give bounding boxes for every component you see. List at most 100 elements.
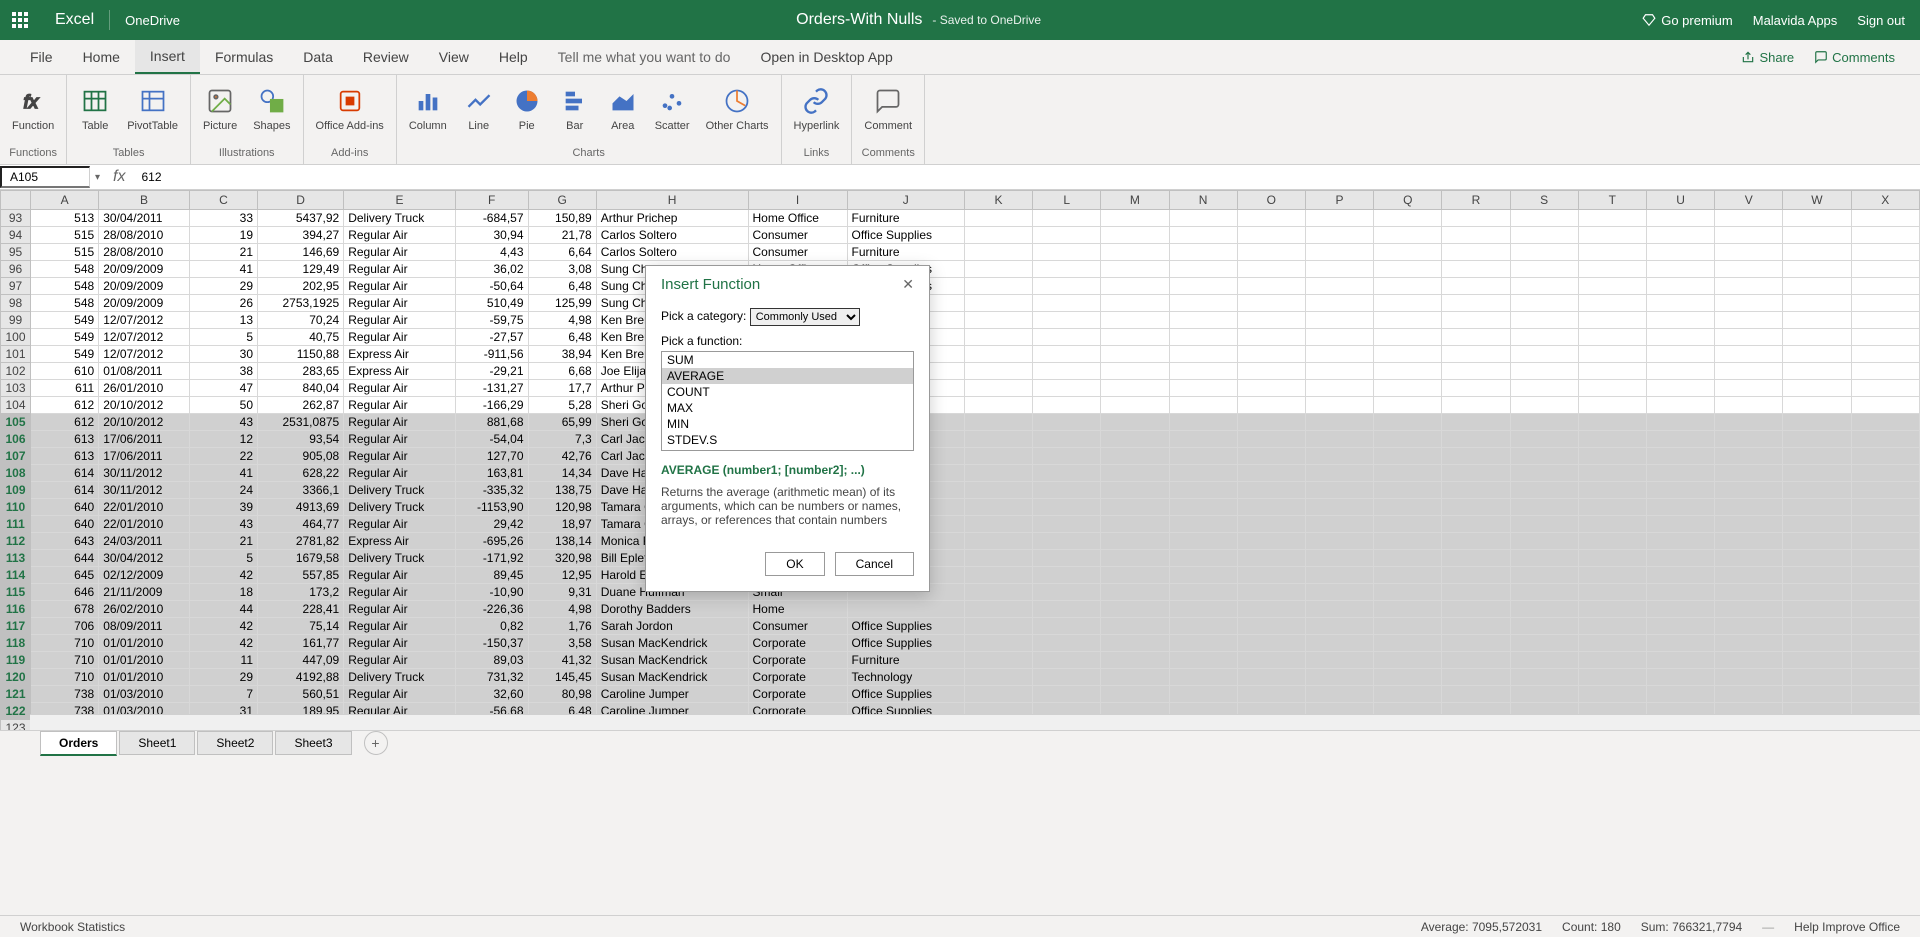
cell[interactable]: [1305, 227, 1373, 244]
cell[interactable]: [1646, 567, 1714, 584]
cell[interactable]: [1237, 567, 1305, 584]
cell[interactable]: [1374, 244, 1442, 261]
cell[interactable]: Regular Air: [344, 465, 456, 482]
cell[interactable]: Carlos Soltero: [596, 244, 748, 261]
cell[interactable]: Home Office: [748, 210, 847, 227]
cell[interactable]: [1715, 210, 1783, 227]
col-header-U[interactable]: U: [1646, 191, 1714, 210]
cell[interactable]: [1169, 414, 1237, 431]
cell[interactable]: [1305, 295, 1373, 312]
cell[interactable]: [1305, 397, 1373, 414]
cell[interactable]: [1783, 635, 1851, 652]
cell[interactable]: [1169, 550, 1237, 567]
cell[interactable]: [1715, 584, 1783, 601]
cell[interactable]: [1169, 652, 1237, 669]
cell[interactable]: Office Supplies: [847, 635, 964, 652]
cell[interactable]: 17/06/2011: [99, 431, 190, 448]
ribbon-picture[interactable]: Picture: [199, 83, 241, 134]
cell[interactable]: 320,98: [528, 550, 596, 567]
cell[interactable]: 21,78: [528, 227, 596, 244]
cell[interactable]: 24/03/2011: [99, 533, 190, 550]
cell[interactable]: -29,21: [455, 363, 528, 380]
cell[interactable]: [1646, 465, 1714, 482]
row-header[interactable]: 114: [1, 567, 31, 584]
cell[interactable]: [1646, 380, 1714, 397]
cell[interactable]: [1510, 482, 1578, 499]
cell[interactable]: [964, 686, 1032, 703]
cell[interactable]: Regular Air: [344, 584, 456, 601]
cell[interactable]: 614: [31, 482, 99, 499]
cell[interactable]: Consumer: [748, 227, 847, 244]
cell[interactable]: [1305, 363, 1373, 380]
row-header[interactable]: 97: [1, 278, 31, 295]
cell[interactable]: Corporate: [748, 686, 847, 703]
cell[interactable]: [1305, 244, 1373, 261]
cell[interactable]: [964, 210, 1032, 227]
cell[interactable]: [1237, 431, 1305, 448]
cell[interactable]: [1374, 618, 1442, 635]
cell[interactable]: [1237, 414, 1305, 431]
cell[interactable]: 18,97: [528, 516, 596, 533]
cell[interactable]: Corporate: [748, 652, 847, 669]
cell[interactable]: -50,64: [455, 278, 528, 295]
row-header[interactable]: 104: [1, 397, 31, 414]
cell[interactable]: [1305, 635, 1373, 652]
cell[interactable]: [1237, 295, 1305, 312]
row-header[interactable]: 98: [1, 295, 31, 312]
cell[interactable]: 464,77: [258, 516, 344, 533]
cell[interactable]: [1033, 584, 1101, 601]
cell[interactable]: 30: [189, 346, 257, 363]
cell[interactable]: Regular Air: [344, 278, 456, 295]
cell[interactable]: [1101, 652, 1169, 669]
cell[interactable]: Delivery Truck: [344, 482, 456, 499]
cell[interactable]: [1305, 618, 1373, 635]
cell[interactable]: 42,76: [528, 448, 596, 465]
cell[interactable]: [1305, 482, 1373, 499]
cell[interactable]: [1101, 482, 1169, 499]
cell[interactable]: [1237, 584, 1305, 601]
cell[interactable]: Carlos Soltero: [596, 227, 748, 244]
cell[interactable]: 262,87: [258, 397, 344, 414]
col-header-V[interactable]: V: [1715, 191, 1783, 210]
cell[interactable]: [1374, 669, 1442, 686]
cell[interactable]: [964, 652, 1032, 669]
cell[interactable]: 840,04: [258, 380, 344, 397]
cell[interactable]: [1305, 550, 1373, 567]
cell[interactable]: 510,49: [455, 295, 528, 312]
cell[interactable]: [1442, 635, 1510, 652]
cell[interactable]: -335,32: [455, 482, 528, 499]
cell[interactable]: [1715, 686, 1783, 703]
cell[interactable]: [1033, 380, 1101, 397]
cell[interactable]: [1237, 448, 1305, 465]
cell[interactable]: 21: [189, 533, 257, 550]
cell[interactable]: [1305, 278, 1373, 295]
cell[interactable]: [1305, 312, 1373, 329]
cell[interactable]: [1510, 567, 1578, 584]
cell[interactable]: [964, 465, 1032, 482]
cell[interactable]: [1442, 465, 1510, 482]
cell[interactable]: 6,48: [528, 278, 596, 295]
cell[interactable]: 20/09/2009: [99, 261, 190, 278]
cell[interactable]: 150,89: [528, 210, 596, 227]
cell[interactable]: [1169, 278, 1237, 295]
cell[interactable]: [1715, 567, 1783, 584]
cell[interactable]: [1578, 244, 1646, 261]
cell[interactable]: [1374, 601, 1442, 618]
cell[interactable]: 18: [189, 584, 257, 601]
cell[interactable]: 17/06/2011: [99, 448, 190, 465]
row-header[interactable]: 105: [1, 414, 31, 431]
cell[interactable]: 12/07/2012: [99, 329, 190, 346]
cell[interactable]: -911,56: [455, 346, 528, 363]
cell[interactable]: [1374, 448, 1442, 465]
name-box-dropdown-icon[interactable]: ▾: [90, 172, 105, 183]
cell[interactable]: 30/04/2011: [99, 210, 190, 227]
cell[interactable]: [1851, 550, 1919, 567]
comments-button[interactable]: Comments: [1804, 45, 1905, 70]
cell[interactable]: [1851, 210, 1919, 227]
cell[interactable]: Regular Air: [344, 567, 456, 584]
dialog-close-button[interactable]: ✕: [902, 276, 914, 293]
cell[interactable]: 26/02/2010: [99, 601, 190, 618]
cell[interactable]: [1646, 227, 1714, 244]
cell[interactable]: [1237, 397, 1305, 414]
cell[interactable]: [1578, 363, 1646, 380]
